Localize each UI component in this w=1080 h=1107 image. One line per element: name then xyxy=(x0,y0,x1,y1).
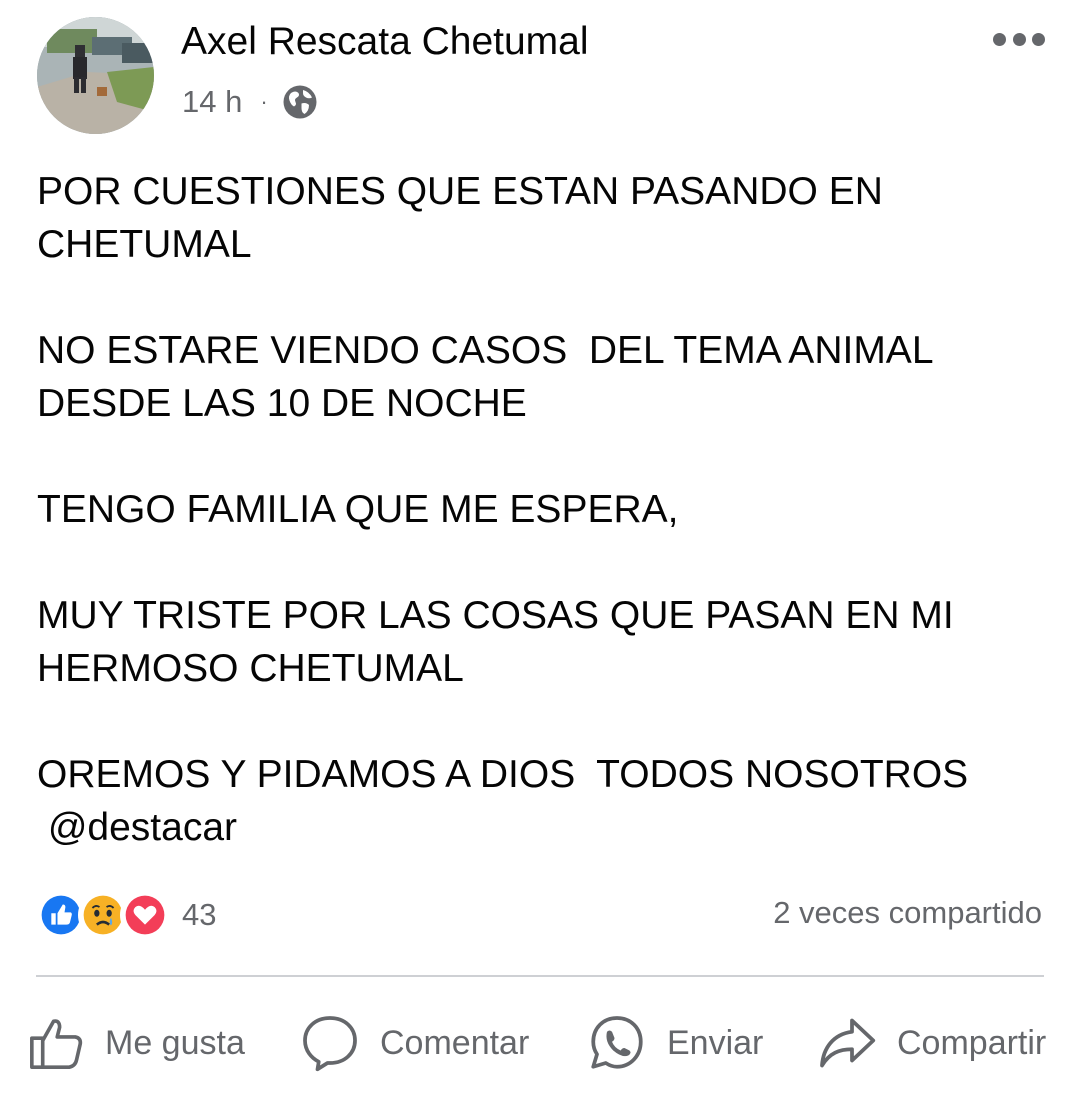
reaction-count: 43 xyxy=(182,897,217,932)
globe-icon[interactable] xyxy=(282,84,318,120)
whatsapp-icon xyxy=(591,1016,643,1069)
action-bar: Me gusta Comentar Enviar Compartir xyxy=(0,1008,1080,1078)
share-button[interactable]: Compartir xyxy=(817,1008,1046,1078)
reactions-summary[interactable]: 43 xyxy=(36,889,216,941)
divider xyxy=(36,975,1044,977)
post-paragraph: TENGO FAMILIA QUE ME ESPERA, xyxy=(37,488,679,531)
like-button[interactable]: Me gusta xyxy=(27,1008,245,1078)
love-reaction-icon xyxy=(120,890,170,940)
comment-button[interactable]: Comentar xyxy=(300,1008,529,1078)
dot xyxy=(993,32,1006,46)
post-paragraph: OREMOS Y PIDAMOS A DIOS TODOS NOSOTROS @… xyxy=(37,753,969,849)
share-label: Compartir xyxy=(897,1023,1047,1062)
like-label: Me gusta xyxy=(105,1023,245,1062)
post-paragraph: POR CUESTIONES QUE ESTAN PASANDO EN CHET… xyxy=(37,170,883,266)
send-button[interactable]: Enviar xyxy=(587,1008,763,1078)
author-name[interactable]: Axel Rescata Chetumal xyxy=(181,20,589,64)
avatar-photo xyxy=(37,17,154,134)
send-label: Enviar xyxy=(667,1023,764,1062)
post-paragraph: NO ESTARE VIENDO CASOS DEL TEMA ANIMAL D… xyxy=(37,329,934,425)
meta-separator: · xyxy=(260,89,268,114)
dot xyxy=(1012,32,1026,46)
post-time[interactable]: 14 h xyxy=(182,84,242,120)
dot xyxy=(1032,32,1045,46)
author-avatar[interactable] xyxy=(37,17,154,134)
post-paragraph: MUY TRISTE POR LAS COSAS QUE PASAN EN MI… xyxy=(37,594,954,690)
post-body: POR CUESTIONES QUE ESTAN PASANDO EN CHET… xyxy=(37,165,1047,854)
comment-label: Comentar xyxy=(380,1023,530,1062)
thumbs-up-icon xyxy=(30,1019,83,1069)
share-arrow-icon xyxy=(820,1018,876,1068)
post-meta: 14 h · xyxy=(182,82,318,122)
share-count[interactable]: 2 veces compartido xyxy=(773,895,1042,931)
more-dots-icon[interactable] xyxy=(993,24,1045,54)
comment-bubble-icon xyxy=(303,1016,357,1072)
